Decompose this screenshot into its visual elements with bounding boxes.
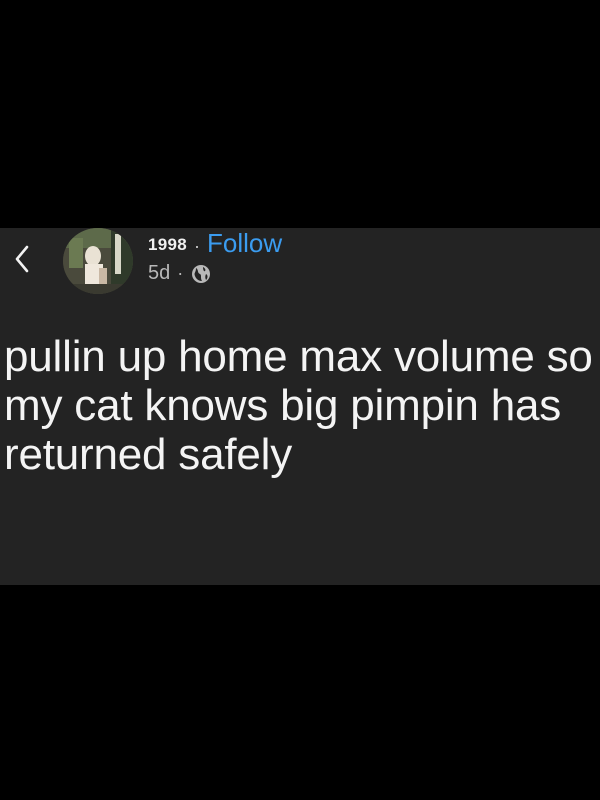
author-row: 1998 · Follow <box>148 228 282 259</box>
post-body: pullin up home max volume so my cat know… <box>4 332 593 479</box>
chevron-left-icon <box>14 244 30 274</box>
separator-dot: · <box>194 236 201 256</box>
letterbox-top <box>0 0 600 228</box>
globe-icon <box>191 264 211 284</box>
follow-button[interactable]: Follow <box>207 228 282 259</box>
post-card: 1998 · Follow 5d · pullin up home max vo… <box>0 228 600 585</box>
separator-dot: · <box>177 263 184 283</box>
avatar[interactable] <box>63 228 133 294</box>
author-name[interactable]: 1998 <box>148 235 187 255</box>
letterbox-bottom <box>0 585 600 800</box>
back-button[interactable] <box>8 242 36 276</box>
timestamp[interactable]: 5d <box>148 262 170 285</box>
time-row: 5d · <box>148 262 211 285</box>
post-header: 1998 · Follow 5d · <box>148 228 568 298</box>
